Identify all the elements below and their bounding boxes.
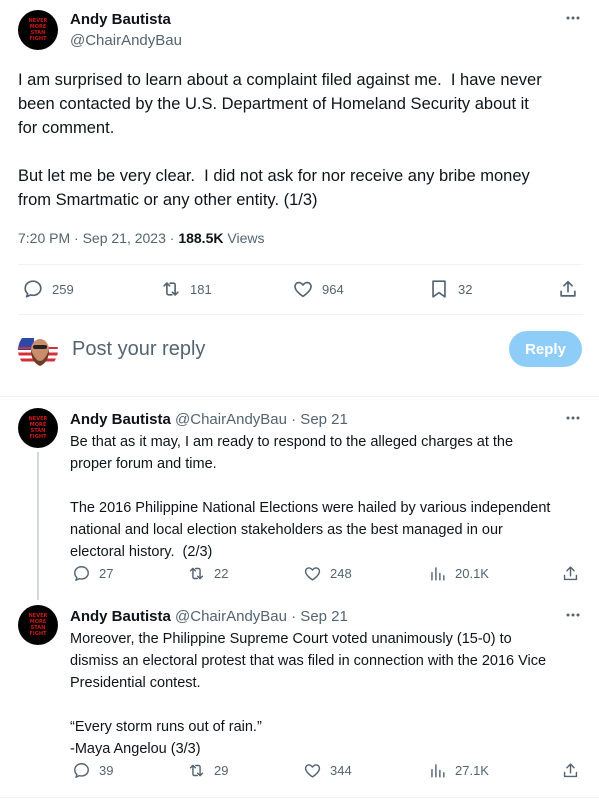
reply-input[interactable]: Post your reply: [72, 338, 205, 361]
share-button[interactable]: [561, 564, 580, 583]
views-count: 27.1K: [455, 763, 489, 778]
divider: [0, 797, 599, 798]
like-count: 344: [330, 763, 352, 778]
like-button[interactable]: 344: [303, 761, 352, 780]
share-icon: [561, 761, 580, 780]
views-icon: [428, 761, 447, 780]
reply-author-handle[interactable]: @ChairAndyBau · Sep 21: [175, 411, 348, 428]
share-icon: [561, 564, 580, 583]
retweet-icon: [160, 278, 182, 300]
reply-header: Andy Bautista @ChairAndyBau · Sep 21: [70, 411, 348, 428]
author-handle[interactable]: @ChairAndyBau: [70, 32, 182, 49]
reply-count: 27: [99, 566, 114, 581]
reply-author-name[interactable]: Andy Bautista: [70, 608, 171, 625]
bookmark-icon: [428, 278, 450, 300]
like-count: 964: [322, 281, 344, 297]
avatar-text: NEVER MORE STAN FIGHT: [28, 18, 48, 42]
bookmark-count: 32: [458, 281, 473, 297]
more-icon[interactable]: [565, 607, 581, 628]
retweet-count: 29: [214, 763, 229, 778]
reply-submit-button[interactable]: Reply: [509, 331, 582, 367]
reply-header: Andy Bautista @ChairAndyBau · Sep 21: [70, 608, 348, 625]
retweet-icon: [187, 761, 206, 780]
reply-avatar[interactable]: NEVER MORE STAN FIGHT: [18, 408, 58, 448]
bookmark-button[interactable]: 32: [428, 278, 472, 300]
tweet-meta: 7:20 PM · Sep 21, 2023 · 188.5K Views: [18, 230, 264, 246]
like-icon: [303, 564, 322, 583]
like-button[interactable]: 248: [303, 564, 352, 583]
views-button[interactable]: 20.1K: [428, 564, 489, 583]
retweet-button[interactable]: 29: [187, 761, 228, 780]
views-icon: [428, 564, 447, 583]
divider: [0, 396, 599, 397]
reply-count: 39: [99, 763, 114, 778]
reply-avatar[interactable]: NEVER MORE STAN FIGHT: [18, 605, 58, 645]
tweet-timestamp[interactable]: 7:20 PM · Sep 21, 2023 ·: [18, 230, 178, 246]
retweet-count: 181: [190, 281, 212, 297]
reply-button[interactable]: 27: [72, 564, 113, 583]
reply-button[interactable]: 259: [22, 278, 74, 300]
retweet-icon: [187, 564, 206, 583]
retweet-button[interactable]: 22: [187, 564, 228, 583]
like-count: 248: [330, 566, 352, 581]
like-icon: [303, 761, 322, 780]
avatar-text: NEVER MORE STAN FIGHT: [28, 416, 48, 440]
share-icon: [557, 278, 579, 300]
reply-author-name[interactable]: Andy Bautista: [70, 411, 171, 428]
reply-button[interactable]: 39: [72, 761, 113, 780]
share-button[interactable]: [557, 278, 579, 300]
reply-icon: [72, 761, 91, 780]
share-button[interactable]: [561, 761, 580, 780]
author-avatar[interactable]: NEVER MORE STAN FIGHT: [18, 10, 58, 50]
reply-count: 259: [52, 281, 74, 297]
like-icon: [292, 278, 314, 300]
views-count: 188.5K: [178, 230, 224, 246]
reply-text: Moreover, the Philippine Supreme Court v…: [70, 631, 547, 757]
divider: [18, 314, 583, 315]
retweet-button[interactable]: 181: [160, 278, 212, 300]
like-button[interactable]: 964: [292, 278, 344, 300]
views-label: Views: [223, 230, 265, 246]
author-name[interactable]: Andy Bautista: [70, 11, 171, 28]
reply-icon: [22, 278, 44, 300]
more-icon[interactable]: [565, 410, 581, 431]
reply-author-handle[interactable]: @ChairAndyBau · Sep 21: [175, 608, 348, 625]
tweet-text: I am surprised to learn about a complain…: [18, 71, 542, 209]
user-avatar[interactable]: [18, 330, 58, 370]
thread-line: [37, 452, 39, 600]
views-button[interactable]: 27.1K: [428, 761, 489, 780]
views-count: 20.1K: [455, 566, 489, 581]
reply-text: Be that as it may, I am ready to respond…: [70, 434, 551, 560]
divider: [18, 264, 583, 265]
reply-icon: [72, 564, 91, 583]
avatar-text: NEVER MORE STAN FIGHT: [28, 613, 48, 637]
more-icon[interactable]: [565, 10, 581, 31]
retweet-count: 22: [214, 566, 229, 581]
